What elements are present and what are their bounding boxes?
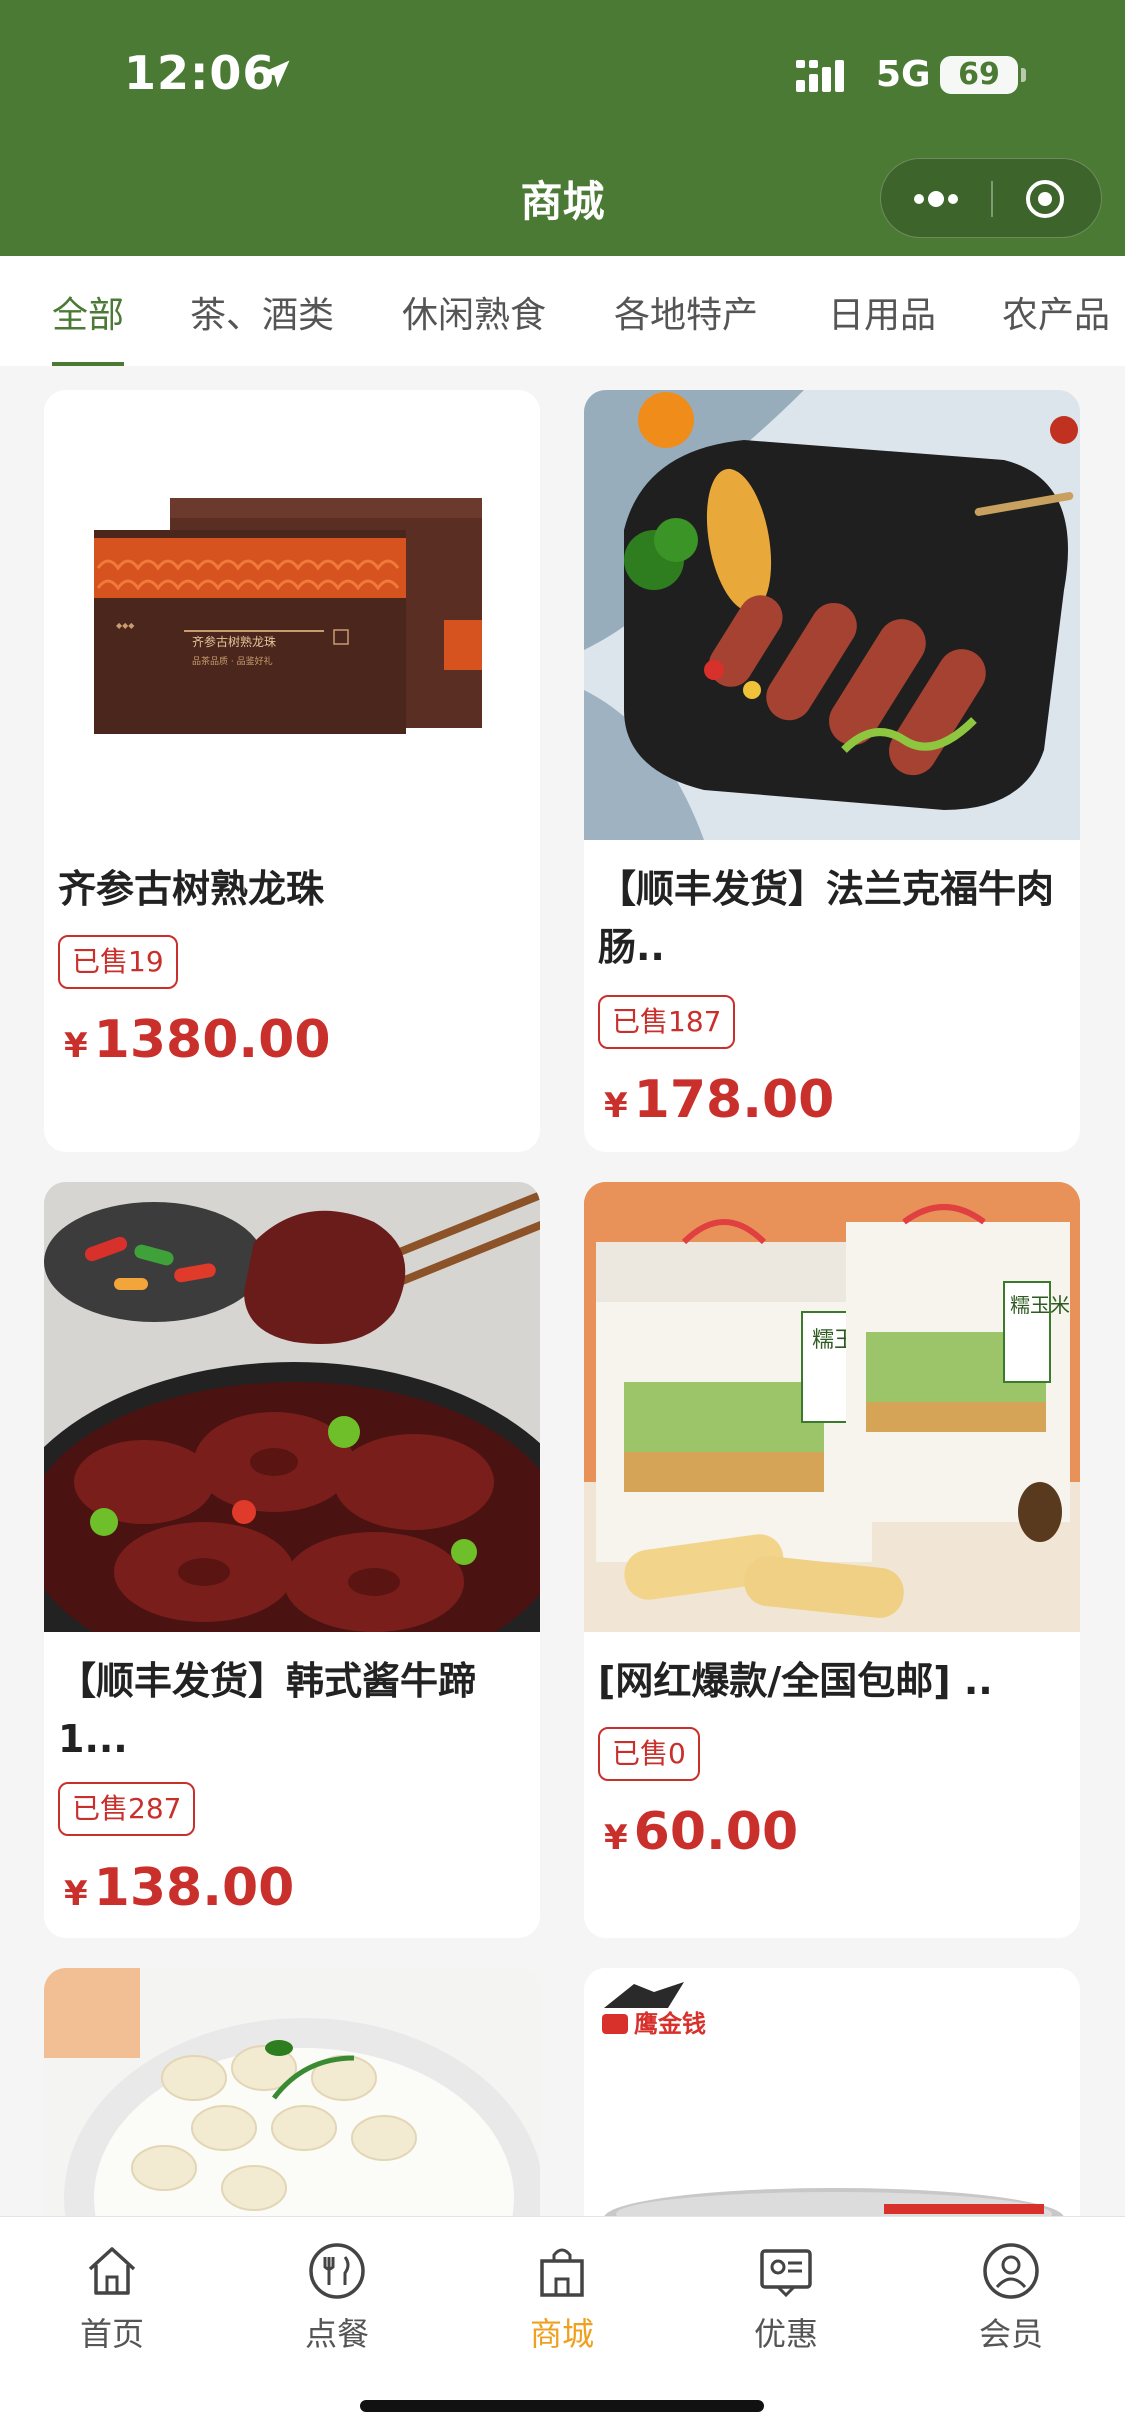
tab-farm-products[interactable]: 农产品 <box>1002 286 1110 338</box>
price-value: 60.00 <box>633 1802 799 1862</box>
product-price: ¥1380.00 <box>64 1010 331 1070</box>
network-type: 5G <box>876 54 931 95</box>
target-close-icon <box>1026 180 1064 218</box>
tabbar-discount[interactable]: 优惠 <box>716 2231 856 2361</box>
tabbar-label: 商城 <box>529 2315 594 2353</box>
sold-count-badge: 已售0 <box>598 1727 700 1781</box>
product-price: ¥138.00 <box>64 1858 294 1918</box>
product-title: 【顺丰发货】韩式酱牛蹄1... <box>58 1659 477 1761</box>
tab-tea-wine[interactable]: 茶、酒类 <box>190 286 334 338</box>
more-button[interactable] <box>881 159 991 239</box>
svg-text:品茶品质 · 品鉴好礼: 品茶品质 · 品鉴好礼 <box>192 655 273 667</box>
tabbar-member[interactable]: 会员 <box>941 2231 1081 2361</box>
product-card[interactable]: 糯玉米 糯玉米 [网红爆款/全国包邮] .. 已售0 ¥60.00 <box>584 1182 1080 1938</box>
tab-all[interactable]: 全部 <box>52 286 124 338</box>
status-bar: 12:06 5G 69 <box>0 0 1125 150</box>
product-title: 【顺丰发货】法兰克福牛肉肠.. <box>598 867 1055 969</box>
home-indicator <box>360 2400 764 2412</box>
tab-daily-goods[interactable]: 日用品 <box>828 286 936 338</box>
sausage-platter-image <box>584 390 1080 840</box>
braised-beef-hoof-image <box>44 1182 540 1632</box>
tabbar-order[interactable]: 点餐 <box>267 2231 407 2361</box>
currency-symbol: ¥ <box>64 1874 88 1914</box>
tab-local-specialty[interactable]: 各地特产 <box>614 286 758 338</box>
status-time: 12:06 <box>124 46 276 100</box>
sold-count-badge: 已售19 <box>58 935 178 989</box>
product-price: ¥178.00 <box>604 1070 834 1130</box>
battery-icon: 69 <box>940 56 1018 94</box>
tabbar-label: 首页 <box>79 2315 144 2353</box>
product-card[interactable]: 齐参古树熟龙珠 品茶品质 · 品鉴好礼 ◆◆◆ 齐参古树熟龙珠 已售19 ¥13… <box>44 390 540 1152</box>
mini-program-capsule <box>880 158 1102 238</box>
product-image <box>44 1182 540 1632</box>
battery-tip <box>1021 68 1026 82</box>
sticky-corn-box-image: 糯玉米 糯玉米 <box>584 1182 1080 1632</box>
product-image: 糯玉米 糯玉米 <box>584 1182 1080 1632</box>
product-card[interactable]: 【顺丰发货】法兰克福牛肉肠.. 已售187 ¥178.00 <box>584 390 1080 1152</box>
currency-symbol: ¥ <box>604 1818 628 1858</box>
sold-count-badge: 已售187 <box>598 995 736 1049</box>
sold-count-badge: 已售287 <box>58 1782 196 1836</box>
tabbar-home[interactable]: 首页 <box>42 2231 182 2361</box>
product-card[interactable]: 【顺丰发货】韩式酱牛蹄1... 已售287 ¥138.00 <box>44 1182 540 1938</box>
signal-icon <box>796 60 844 92</box>
tabbar-label: 点餐 <box>304 2315 369 2353</box>
member-icon <box>983 2243 1039 2299</box>
product-image: 齐参古树熟龙珠 品茶品质 · 品鉴好礼 ◆◆◆ <box>44 390 540 840</box>
location-arrow-icon <box>262 60 290 88</box>
price-value: 1380.00 <box>93 1010 331 1070</box>
product-title: [网红爆款/全国包邮] .. <box>598 1659 993 1703</box>
tab-active-indicator <box>52 362 124 366</box>
svg-text:◆◆◆: ◆◆◆ <box>116 621 135 630</box>
currency-symbol: ¥ <box>64 1026 88 1066</box>
home-icon <box>88 2247 136 2295</box>
tabbar-label: 优惠 <box>753 2315 818 2353</box>
price-value: 138.00 <box>93 1858 295 1918</box>
tab-snacks[interactable]: 休闲熟食 <box>402 286 546 338</box>
coupon-icon <box>760 2249 812 2298</box>
tabbar-mall[interactable]: 商城 <box>492 2231 632 2361</box>
close-button[interactable] <box>993 159 1103 239</box>
price-value: 178.00 <box>633 1070 835 1130</box>
product-price: ¥60.00 <box>604 1802 798 1862</box>
currency-symbol: ¥ <box>604 1086 628 1126</box>
more-dots-icon <box>914 191 958 207</box>
svg-text:鹰金钱: 鹰金钱 <box>634 2010 706 2038</box>
tabbar-label: 会员 <box>978 2315 1043 2353</box>
category-tabs: 全部 茶、酒类 休闲熟食 各地特产 日用品 农产品 <box>0 256 1125 366</box>
svg-text:糯玉米: 糯玉米 <box>1010 1293 1070 1317</box>
header: 12:06 5G 69 商城 <box>0 0 1125 256</box>
tea-gift-box-image: 齐参古树熟龙珠 品茶品质 · 品鉴好礼 ◆◆◆ <box>94 498 482 734</box>
product-image <box>584 390 1080 840</box>
svg-text:齐参古树熟龙珠: 齐参古树熟龙珠 <box>192 634 276 649</box>
product-title: 齐参古树熟龙珠 <box>58 867 325 911</box>
shopping-bag-icon <box>540 2248 584 2297</box>
fork-knife-icon <box>309 2243 365 2299</box>
